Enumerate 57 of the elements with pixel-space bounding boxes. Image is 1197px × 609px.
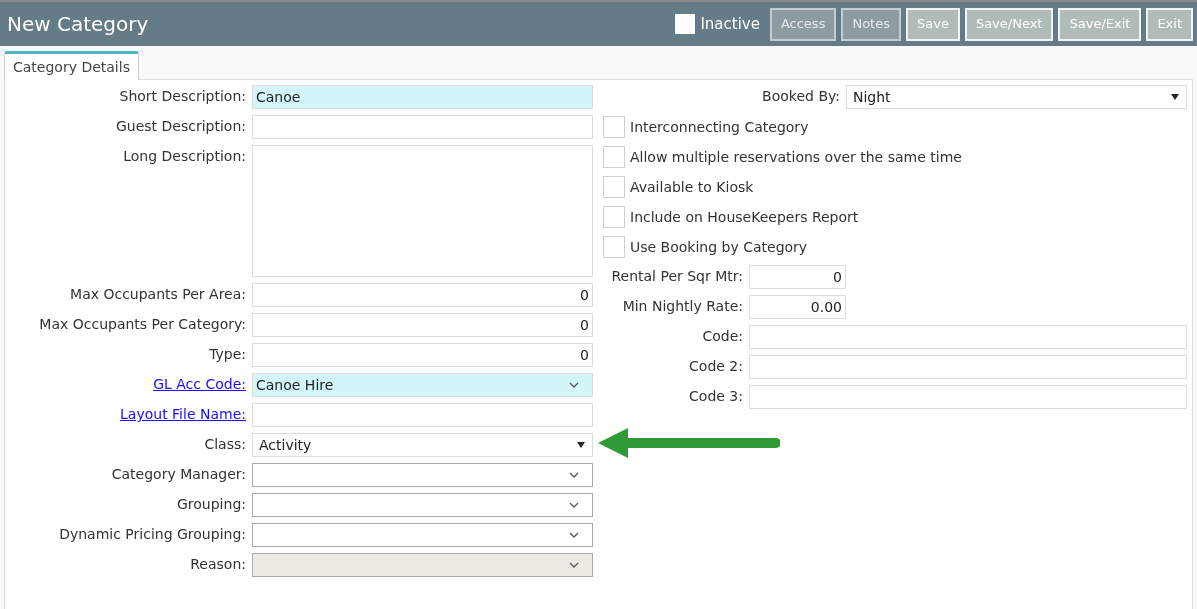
checkbox-label: Include on HouseKeepers Report [630,207,859,227]
window-title: New Category [7,11,149,38]
chevron-down-icon [569,562,579,568]
field-link[interactable]: Layout File Name: [120,404,246,425]
field-label: Max Occupants Per Area: [70,285,246,304]
chevron-down-icon [569,472,579,478]
input-field[interactable]: 0 [252,343,593,367]
checkbox-label: Inactive [700,13,760,35]
field-label: Grouping: [177,495,246,514]
input-field[interactable]: 0 [749,265,846,289]
checkbox[interactable] [603,206,625,228]
select-field[interactable]: Activity [252,433,593,457]
dropdown-triangle-icon [1171,94,1179,100]
chevron-down-icon [569,502,579,508]
input-field[interactable]: 0 [252,313,593,337]
field-label: Min Nightly Rate: [622,297,743,316]
field-label: Type: [209,345,246,364]
field-label: Rental Per Sqr Mtr: [611,267,743,286]
input-field[interactable] [749,355,1187,379]
field-label: Long Description: [123,147,246,166]
input-field[interactable] [749,325,1187,349]
checkbox-label: Allow multiple reservations over the same time [630,147,962,167]
select-field[interactable] [252,493,593,517]
field-label: Code 2: [689,357,743,376]
field-label: Short Description: [119,87,246,106]
checkbox[interactable] [603,236,625,258]
field-link[interactable]: GL Acc Code: [153,374,246,395]
text-area[interactable] [252,145,593,277]
field-label: Class: [204,435,246,454]
chevron-down-icon [569,382,579,388]
select-field[interactable] [252,523,593,547]
input-field[interactable] [252,403,593,427]
input-field[interactable]: 0 [252,283,593,307]
field-label: Code: [702,327,743,346]
checkbox-label: Available to Kiosk [630,177,754,197]
input-field[interactable]: 0.00 [749,295,846,319]
checkbox[interactable] [603,176,625,198]
chevron-down-icon [569,532,579,538]
field-label: Reason: [190,555,246,574]
field-label: Code 3: [689,387,743,406]
field-label: Dynamic Pricing Grouping: [59,525,246,544]
select-field[interactable]: Night [846,85,1187,109]
checkbox[interactable] [603,116,625,138]
field-label: Booked By: [762,87,840,106]
select-field[interactable]: Canoe Hire [252,373,593,397]
input-field[interactable] [252,115,593,139]
field-label: Category Manager: [111,465,246,484]
checkbox-label: Interconnecting Category [630,117,809,137]
field-label: Max Occupants Per Category: [39,315,246,334]
input-field[interactable]: Canoe [252,85,593,109]
field-label: Guest Description: [115,117,246,136]
dropdown-triangle-icon [577,442,585,448]
tab[interactable]: Category Details [4,51,139,80]
select-field[interactable] [252,463,593,487]
checkbox[interactable] [603,146,625,168]
checkbox-label: Use Booking by Category [630,237,808,257]
input-field[interactable] [749,385,1187,409]
